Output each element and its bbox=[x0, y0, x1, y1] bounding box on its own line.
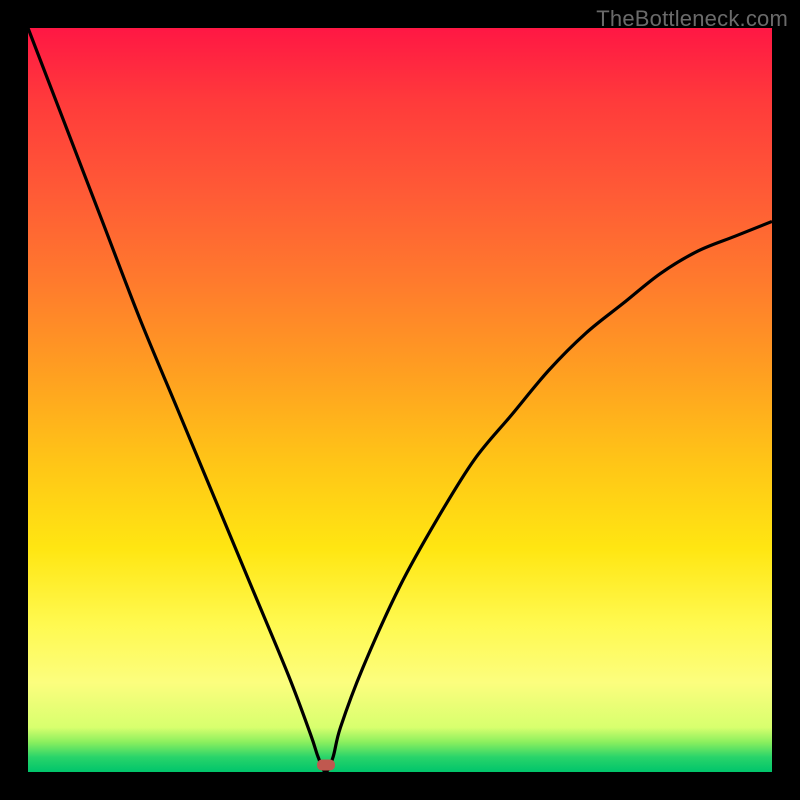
plot-area bbox=[28, 28, 772, 772]
curve-svg bbox=[28, 28, 772, 772]
chart-frame: TheBottleneck.com bbox=[0, 0, 800, 800]
watermark-text: TheBottleneck.com bbox=[596, 6, 788, 32]
optimum-marker bbox=[317, 759, 335, 770]
bottleneck-curve-path bbox=[28, 28, 772, 772]
